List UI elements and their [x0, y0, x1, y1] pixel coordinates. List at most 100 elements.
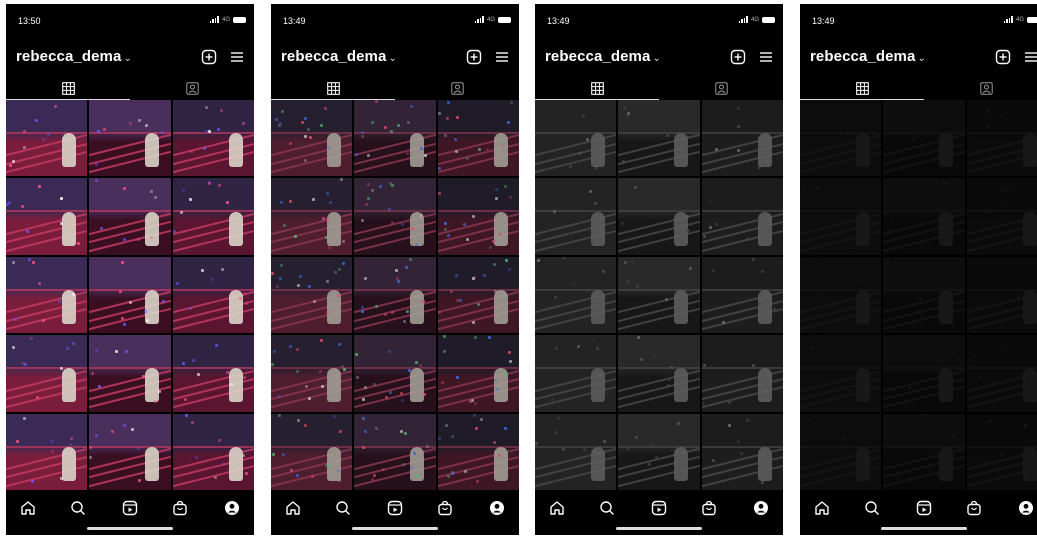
post-thumbnail[interactable] [966, 100, 1037, 177]
post-thumbnail[interactable] [6, 178, 88, 255]
nav-search[interactable] [333, 498, 353, 518]
nav-search[interactable] [597, 498, 617, 518]
nav-shop[interactable] [170, 498, 190, 518]
post-thumbnail[interactable] [354, 256, 436, 334]
menu-button[interactable] [228, 48, 246, 66]
post-thumbnail[interactable] [172, 335, 254, 412]
post-thumbnail[interactable] [618, 100, 700, 177]
post-thumbnail[interactable] [354, 335, 436, 412]
post-thumbnail[interactable] [437, 335, 519, 412]
post-thumbnail[interactable] [437, 413, 519, 490]
post-thumbnail[interactable] [354, 100, 436, 177]
tab-tagged[interactable] [130, 76, 254, 100]
post-thumbnail[interactable] [354, 413, 436, 490]
nav-reels[interactable] [385, 498, 405, 518]
nav-profile[interactable] [222, 498, 242, 518]
post-thumbnail[interactable] [6, 100, 88, 177]
post-thumbnail[interactable] [271, 256, 353, 334]
post-thumbnail[interactable] [271, 335, 353, 412]
post-thumbnail[interactable] [883, 256, 965, 334]
post-thumbnail[interactable] [437, 178, 519, 255]
post-thumbnail[interactable] [89, 256, 171, 334]
post-thumbnail[interactable] [966, 413, 1037, 490]
menu-button[interactable] [1022, 48, 1037, 66]
nav-reels[interactable] [914, 498, 934, 518]
post-thumbnail[interactable] [89, 178, 171, 255]
menu-button[interactable] [757, 48, 775, 66]
nav-home[interactable] [18, 498, 38, 518]
nav-profile[interactable] [751, 498, 771, 518]
nav-home[interactable] [547, 498, 567, 518]
menu-button[interactable] [493, 48, 511, 66]
post-thumbnail[interactable] [271, 413, 353, 490]
post-thumbnail[interactable] [172, 256, 254, 334]
nav-search[interactable] [68, 498, 88, 518]
post-thumbnail[interactable] [535, 178, 617, 255]
account-switcher[interactable]: rebecca_dema ⌄ [810, 48, 926, 65]
post-thumbnail[interactable] [883, 335, 965, 412]
tab-posts-grid[interactable] [271, 76, 395, 100]
nav-shop[interactable] [699, 498, 719, 518]
post-thumbnail[interactable] [701, 335, 783, 412]
post-thumbnail[interactable] [354, 178, 436, 255]
post-thumbnail[interactable] [966, 178, 1037, 255]
post-thumbnail[interactable] [883, 100, 965, 177]
post-thumbnail[interactable] [966, 335, 1037, 412]
post-thumbnail[interactable] [883, 178, 965, 255]
post-thumbnail[interactable] [271, 100, 353, 177]
new-post-button[interactable] [994, 48, 1012, 66]
tab-tagged[interactable] [659, 76, 783, 100]
post-thumbnail[interactable] [618, 413, 700, 490]
nav-reels[interactable] [649, 498, 669, 518]
post-thumbnail[interactable] [172, 100, 254, 177]
post-thumbnail[interactable] [172, 178, 254, 255]
new-post-button[interactable] [200, 48, 218, 66]
post-thumbnail[interactable] [800, 178, 882, 255]
post-thumbnail[interactable] [89, 413, 171, 490]
post-thumbnail[interactable] [800, 335, 882, 412]
post-thumbnail[interactable] [966, 256, 1037, 334]
post-thumbnail[interactable] [618, 335, 700, 412]
nav-home[interactable] [812, 498, 832, 518]
account-switcher[interactable]: rebecca_dema ⌄ [281, 48, 397, 65]
post-thumbnail[interactable] [535, 413, 617, 490]
nav-profile[interactable] [1016, 498, 1036, 518]
post-thumbnail[interactable] [701, 100, 783, 177]
post-thumbnail[interactable] [535, 256, 617, 334]
account-switcher[interactable]: rebecca_dema ⌄ [16, 48, 132, 65]
new-post-button[interactable] [729, 48, 747, 66]
tab-posts-grid[interactable] [535, 76, 659, 100]
post-thumbnail[interactable] [535, 100, 617, 177]
post-thumbnail[interactable] [6, 335, 88, 412]
post-thumbnail[interactable] [535, 335, 617, 412]
nav-reels[interactable] [120, 498, 140, 518]
post-thumbnail[interactable] [701, 178, 783, 255]
post-thumbnail[interactable] [883, 413, 965, 490]
nav-home[interactable] [283, 498, 303, 518]
nav-shop[interactable] [435, 498, 455, 518]
tab-tagged[interactable] [395, 76, 519, 100]
post-thumbnail[interactable] [800, 100, 882, 177]
tab-posts-grid[interactable] [6, 76, 130, 100]
post-thumbnail[interactable] [271, 178, 353, 255]
post-thumbnail[interactable] [6, 256, 88, 334]
nav-profile[interactable] [487, 498, 507, 518]
nav-shop[interactable] [964, 498, 984, 518]
post-thumbnail[interactable] [89, 100, 171, 177]
post-thumbnail[interactable] [437, 100, 519, 177]
new-post-button[interactable] [465, 48, 483, 66]
account-switcher[interactable]: rebecca_dema ⌄ [545, 48, 661, 65]
post-thumbnail[interactable] [701, 413, 783, 490]
tab-tagged[interactable] [924, 76, 1037, 100]
post-thumbnail[interactable] [89, 335, 171, 412]
post-thumbnail[interactable] [618, 178, 700, 255]
nav-search[interactable] [862, 498, 882, 518]
tab-posts-grid[interactable] [800, 76, 924, 100]
post-thumbnail[interactable] [800, 256, 882, 334]
post-thumbnail[interactable] [437, 256, 519, 334]
post-thumbnail[interactable] [172, 413, 254, 490]
post-thumbnail[interactable] [701, 256, 783, 334]
post-thumbnail[interactable] [800, 413, 882, 490]
post-thumbnail[interactable] [6, 413, 88, 490]
post-thumbnail[interactable] [618, 256, 700, 334]
